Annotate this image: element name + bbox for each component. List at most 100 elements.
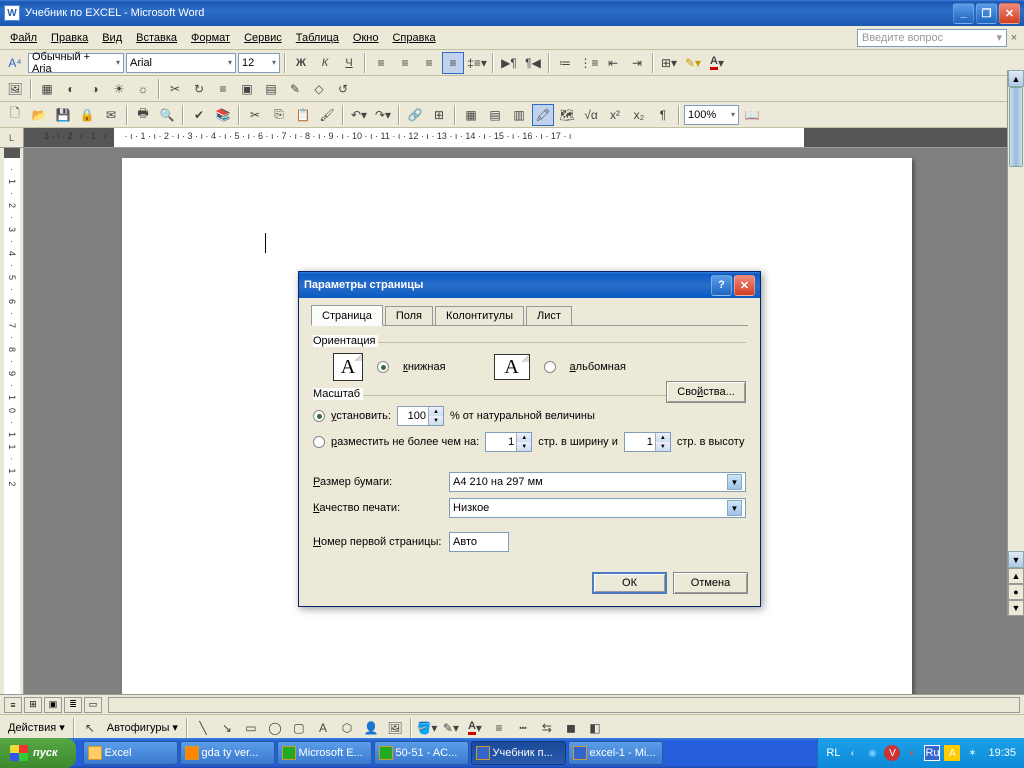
- vertical-scrollbar[interactable]: ▲ ▼ ▲ ● ▼: [1007, 70, 1024, 616]
- tray-shield-icon[interactable]: A: [944, 745, 960, 761]
- open-icon[interactable]: 📂: [28, 104, 50, 126]
- read-mode-icon[interactable]: 📖: [741, 104, 763, 126]
- line-spacing-icon[interactable]: ‡≡▾: [466, 52, 488, 74]
- autoshapes-menu[interactable]: Автофигуры ▾: [103, 721, 182, 734]
- italic-icon[interactable]: К: [314, 52, 336, 74]
- close-menu-icon[interactable]: ×: [1007, 32, 1021, 44]
- crop-icon[interactable]: ✂: [164, 78, 186, 100]
- rtl-icon[interactable]: ¶◀: [522, 52, 544, 74]
- tray-lang-ru[interactable]: Ru: [924, 745, 940, 761]
- landscape-radio[interactable]: [544, 361, 556, 373]
- maximize-button[interactable]: ❐: [976, 3, 997, 24]
- minimize-button[interactable]: _: [953, 3, 974, 24]
- transparent-icon[interactable]: ◇: [308, 78, 330, 100]
- tray-network-icon[interactable]: ◐: [904, 745, 920, 761]
- contrast-up-icon[interactable]: ◐: [60, 78, 82, 100]
- properties-button[interactable]: Свойства...: [666, 381, 746, 403]
- dialog-close-button[interactable]: ✕: [734, 275, 755, 296]
- show-marks-icon[interactable]: ¶: [652, 104, 674, 126]
- size-combo[interactable]: 12▾: [238, 53, 280, 73]
- paste-icon[interactable]: 📋: [292, 104, 314, 126]
- print-quality-select[interactable]: Низкое▼: [449, 498, 746, 518]
- font-color-icon[interactable]: А▾: [706, 52, 728, 74]
- brightness-up-icon[interactable]: ☀: [108, 78, 130, 100]
- style-combo[interactable]: Обычный + Aria▾: [28, 53, 124, 73]
- scale-value-input[interactable]: [398, 407, 428, 425]
- indent-icon[interactable]: ⇥: [626, 52, 648, 74]
- first-page-input[interactable]: Авто: [449, 532, 509, 552]
- dash-style-icon[interactable]: ┅: [512, 717, 534, 739]
- font-combo[interactable]: Arial▾: [126, 53, 236, 73]
- task-acdsee[interactable]: 50-51 - AC...: [374, 741, 469, 765]
- select-objects-icon[interactable]: ↖: [79, 717, 101, 739]
- task-excel-app[interactable]: Microsoft E...: [277, 741, 372, 765]
- menu-edit[interactable]: Правка: [44, 29, 95, 47]
- compress-icon[interactable]: ▣: [236, 78, 258, 100]
- drawing-icon[interactable]: 🖍: [532, 104, 554, 126]
- line-icon[interactable]: ╲: [192, 717, 214, 739]
- paper-size-select[interactable]: А4 210 на 297 мм▼: [449, 472, 746, 492]
- reset-picture-icon[interactable]: ↺: [332, 78, 354, 100]
- tab-page[interactable]: Страница: [311, 305, 383, 326]
- shadow-icon[interactable]: ◼: [560, 717, 582, 739]
- rectangle-icon[interactable]: ▭: [240, 717, 262, 739]
- fill-color-icon[interactable]: 🪣▾: [416, 717, 438, 739]
- tray-lang-rl[interactable]: RL: [826, 747, 840, 759]
- menu-file[interactable]: Файл: [3, 29, 44, 47]
- horizontal-ruler[interactable]: L 3 · ı · 2 · ı · 1 · ı · · ı · 1 · ı · …: [0, 128, 1024, 148]
- excel-icon[interactable]: ▤: [484, 104, 506, 126]
- line-color-icon[interactable]: ✎▾: [440, 717, 462, 739]
- drawing-actions[interactable]: Действия ▾: [4, 721, 69, 734]
- insert-image-icon[interactable]: 🖼: [384, 717, 406, 739]
- tray-browser-icon[interactable]: ◉: [864, 745, 880, 761]
- print-icon[interactable]: 🖶: [132, 104, 154, 126]
- help-search-box[interactable]: Введите вопрос ▾: [857, 29, 1007, 47]
- email-icon[interactable]: ✉: [100, 104, 122, 126]
- portrait-label[interactable]: ккнижнаянижная: [403, 361, 446, 373]
- pages-wide-spinner[interactable]: ▲▼: [485, 432, 532, 452]
- underline-icon[interactable]: Ч: [338, 52, 360, 74]
- research-icon[interactable]: 📚: [212, 104, 234, 126]
- menu-window[interactable]: Окно: [346, 29, 386, 47]
- preview-icon[interactable]: 🔍: [156, 104, 178, 126]
- ltr-icon[interactable]: ▶¶: [498, 52, 520, 74]
- web-view-icon[interactable]: ⊞: [24, 697, 42, 713]
- dialog-help-button[interactable]: ?: [711, 275, 732, 296]
- redo-icon[interactable]: ↷▾: [372, 104, 394, 126]
- format-painter-icon[interactable]: 🖌: [316, 104, 338, 126]
- permissions-icon[interactable]: 🔒: [76, 104, 98, 126]
- font-color2-icon[interactable]: А▾: [464, 717, 486, 739]
- insert-picture-icon[interactable]: 🖼: [4, 78, 26, 100]
- ok-button[interactable]: ОК: [592, 572, 667, 594]
- prev-page-icon[interactable]: ▲: [1008, 568, 1024, 584]
- close-button[interactable]: ✕: [999, 3, 1020, 24]
- tab-headers[interactable]: Колонтитулы: [435, 306, 524, 325]
- cut-icon[interactable]: ✂: [244, 104, 266, 126]
- align-right-icon[interactable]: ≡: [418, 52, 440, 74]
- zoom-combo[interactable]: 100%▾: [684, 105, 739, 125]
- horizontal-scrollbar[interactable]: [108, 697, 1020, 713]
- columns-icon[interactable]: ▥: [508, 104, 530, 126]
- spin-down-icon[interactable]: ▼: [428, 416, 443, 425]
- menu-view[interactable]: Вид: [95, 29, 129, 47]
- oval-icon[interactable]: ◯: [264, 717, 286, 739]
- tray-av-icon[interactable]: V: [884, 745, 900, 761]
- color-icon[interactable]: ▦: [36, 78, 58, 100]
- scroll-thumb[interactable]: [1009, 87, 1023, 167]
- landscape-label[interactable]: альбомная: [570, 361, 626, 373]
- normal-view-icon[interactable]: ≡: [4, 697, 22, 713]
- tab-margins[interactable]: Поля: [385, 306, 433, 325]
- tray-show-hidden-icon[interactable]: ‹: [844, 745, 860, 761]
- cancel-button[interactable]: Отмена: [673, 572, 748, 594]
- align-center-icon[interactable]: ≡: [394, 52, 416, 74]
- 3d-icon[interactable]: ◧: [584, 717, 606, 739]
- tab-sheet[interactable]: Лист: [526, 306, 572, 325]
- arrow-icon[interactable]: ↘: [216, 717, 238, 739]
- brightness-down-icon[interactable]: ☼: [132, 78, 154, 100]
- menu-help[interactable]: Справка: [385, 29, 442, 47]
- undo-icon[interactable]: ↶▾: [348, 104, 370, 126]
- bullets-icon[interactable]: ⋮≡: [578, 52, 600, 74]
- numbering-icon[interactable]: ≔: [554, 52, 576, 74]
- align-justify-icon[interactable]: ≡: [442, 52, 464, 74]
- pages-wide-input[interactable]: [486, 433, 516, 451]
